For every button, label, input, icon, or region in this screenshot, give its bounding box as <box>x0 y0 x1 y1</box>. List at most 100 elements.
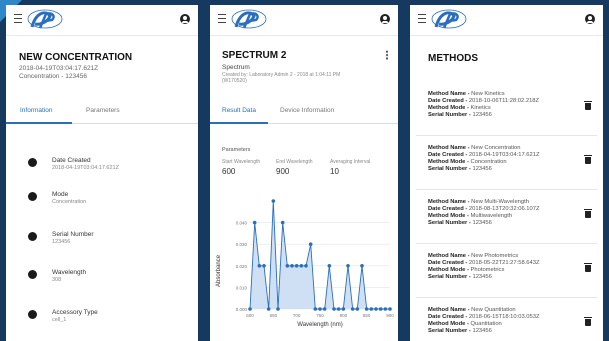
delete-icon[interactable] <box>584 317 592 326</box>
method-mode-line: Method Mode - Concentration <box>428 159 507 165</box>
account-icon[interactable] <box>180 14 190 24</box>
chart-x-tick: 600 <box>246 313 254 318</box>
delete-icon[interactable] <box>584 263 592 272</box>
chart-x-tick: 800 <box>340 313 348 318</box>
spectrum-description: Created by: Laboratory Admin 2 - 2018 at… <box>222 72 341 84</box>
chart-point <box>290 264 294 268</box>
chart-point <box>271 199 276 203</box>
chart-x-tick: 900 <box>386 313 394 318</box>
method-name-label: Method Name - <box>428 253 472 259</box>
tab-device-information[interactable]: Device Information <box>280 107 334 114</box>
method-mode-label: Method Mode - <box>428 105 471 111</box>
tab-bar: Information Parameters <box>6 101 198 124</box>
chart-y-axis-label: Absorbance <box>216 254 222 287</box>
menu-icon[interactable] <box>218 14 226 23</box>
chart-y-tick: 0.000 <box>236 307 248 312</box>
screen-concentration-detail: NEW CONCENTRATION 2018-04-19T03:04:17.62… <box>6 5 198 341</box>
method-name-label: Method Name - <box>428 145 472 151</box>
chart-x-axis-label: Wavelength (nm) <box>297 322 342 328</box>
method-card[interactable]: Method Name - New Photometrics Date Creat… <box>416 245 597 298</box>
page-title: METHODS <box>428 53 478 64</box>
method-name-value: New Quantitation <box>471 307 516 313</box>
method-date-label: Date Created - <box>428 260 469 266</box>
method-mode-label: Method Mode - <box>428 267 471 273</box>
method-name-line: Method Name - New Kinetics <box>428 91 505 97</box>
chart-point <box>332 307 336 311</box>
method-date-value: 2018-06-15T18:10:03.053Z <box>468 314 540 320</box>
app-bar <box>6 5 198 36</box>
info-icon <box>28 310 37 319</box>
info-value: 308 <box>52 277 62 283</box>
method-date-label: Date Created - <box>428 98 469 104</box>
method-serial-label: Serial Number - <box>428 112 473 118</box>
info-label: Serial Number <box>52 231 94 238</box>
method-name-value: New Multi-Wavelength <box>471 199 529 205</box>
method-mode-value: Multiwavelength <box>470 213 513 219</box>
chart-point <box>280 220 285 225</box>
brand-logo <box>27 9 63 29</box>
tab-parameters[interactable]: Parameters <box>86 107 120 114</box>
method-mode-line: Method Mode - Kinetics <box>428 105 491 111</box>
method-date-line: Date Created - 2018-10-06T11:28:02.218Z <box>428 98 539 104</box>
chart-point <box>388 307 392 311</box>
menu-icon[interactable] <box>14 14 22 23</box>
param-averaging-interval: Averaging Interval 10 <box>330 159 370 176</box>
method-name-label: Method Name - <box>428 91 472 97</box>
method-name-value: New Kinetics <box>471 91 505 97</box>
chart-point <box>252 220 257 225</box>
brand-logo <box>431 9 467 29</box>
info-label: Mode <box>52 191 69 198</box>
method-card[interactable]: Method Name - New Quantitation Date Creat… <box>416 299 597 341</box>
account-icon[interactable] <box>585 14 595 24</box>
method-card[interactable]: Method Name - New Kinetics Date Created -… <box>416 83 597 136</box>
menu-icon[interactable] <box>418 14 426 23</box>
param-label: Averaging Interval <box>330 159 371 165</box>
delete-icon[interactable] <box>584 155 592 164</box>
chart-y-tick: 0.040 <box>236 221 248 226</box>
chart-x-tick: 700 <box>293 313 301 318</box>
method-serial-label: Serial Number - <box>428 328 473 334</box>
page-title: NEW CONCENTRATION <box>19 52 133 63</box>
chart-point <box>378 307 383 311</box>
method-name-line: Method Name - New Photometrics <box>428 253 518 259</box>
method-date-line: Date Created - 2018-08-13T20:32:06.107Z <box>428 206 540 212</box>
info-value: cell_1 <box>52 317 67 323</box>
app-bar <box>210 5 398 36</box>
method-mode-line: Method Mode - Multiwavelength <box>428 213 512 219</box>
more-options-icon[interactable] <box>386 50 388 60</box>
info-value: 2018-04-19T03:04:17.621Z <box>52 165 119 171</box>
timestamp: 2018-04-19T03:04:17.621Z <box>19 65 99 72</box>
method-card[interactable]: Method Name - New Multi-Wavelength Date C… <box>416 191 597 244</box>
app-bar <box>410 5 603 36</box>
chart-point <box>374 307 378 311</box>
account-icon[interactable] <box>380 14 390 24</box>
info-label: Accessory Type <box>52 309 98 316</box>
parameters-heading: Parameters <box>222 147 251 153</box>
method-date-line: Date Created - 2018-04-19T03:04:17.621Z <box>428 152 540 158</box>
param-value: 900 <box>276 167 290 176</box>
method-name-line: Method Name - New Multi-Wavelength <box>428 199 529 205</box>
param-label: Start Wavelength <box>222 159 261 165</box>
method-serial-line: Serial Number - 123456 <box>428 166 492 172</box>
delete-icon[interactable] <box>584 209 592 218</box>
tab-indicator <box>6 122 72 124</box>
param-value: 10 <box>330 167 339 176</box>
method-mode-label: Method Mode - <box>428 321 471 327</box>
chart-point <box>364 307 369 311</box>
delete-icon[interactable] <box>584 101 592 110</box>
chart-point <box>285 264 290 268</box>
method-date-value: 2018-05-22T21:27:58.643Z <box>468 260 540 266</box>
method-serial-line: Serial Number - 123456 <box>428 220 492 226</box>
method-mode-line: Method Mode - Photometrics <box>428 267 504 273</box>
method-card[interactable]: Method Name - New Concentration Date Crea… <box>416 137 597 190</box>
chart-y-tick: 0.030 <box>236 242 248 247</box>
chart-point <box>336 307 341 311</box>
chart-point <box>341 307 346 311</box>
param-start-wavelength: Start Wavelength 600 <box>222 159 260 176</box>
method-serial-line: Serial Number - 123456 <box>428 328 492 334</box>
tab-information[interactable]: Information <box>20 107 53 114</box>
method-mode-label: Method Mode - <box>428 213 471 219</box>
method-mode-value: Kinetics <box>470 105 491 111</box>
tab-result-data[interactable]: Result Data <box>222 107 256 114</box>
chart-point <box>308 242 313 246</box>
